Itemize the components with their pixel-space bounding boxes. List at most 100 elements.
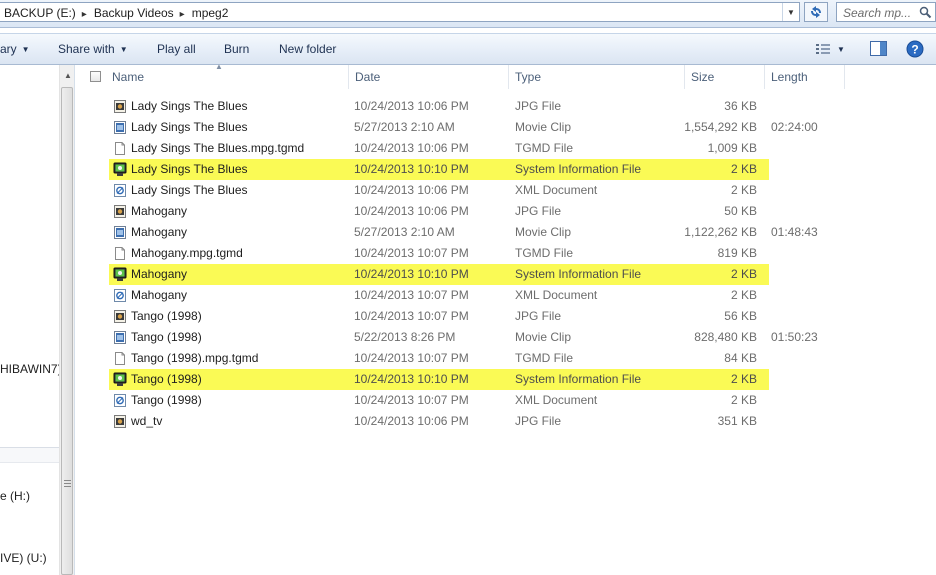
nav-pane-splitter[interactable] xyxy=(0,447,59,463)
column-header-date-label: Date xyxy=(355,70,381,84)
file-type: System Information File xyxy=(515,372,642,386)
xml-icon xyxy=(113,393,127,408)
file-name: Tango (1998) xyxy=(131,372,202,386)
nav-item-network-computer[interactable]: HIBAWIN7) xyxy=(0,362,62,376)
file-name: Lady Sings The Blues.mpg.tgmd xyxy=(131,141,305,155)
file-row[interactable]: Lady Sings The Blues.mpg.tgmd 10/24/2013 … xyxy=(109,138,769,159)
file-date: 10/24/2013 10:07 PM xyxy=(354,309,469,323)
breadcrumb-item-backup-videos[interactable]: Backup Videos xyxy=(94,6,174,20)
xml-icon xyxy=(113,288,127,303)
file-row[interactable]: Lady Sings The Blues 5/27/2013 2:10 AM Mov… xyxy=(109,117,818,138)
breadcrumb: BACKUP (E:) ▸ Backup Videos ▸ mpeg2 xyxy=(4,6,228,20)
column-header-length[interactable]: Length xyxy=(765,65,845,89)
nav-item-drive-u[interactable]: IVE) (U:) xyxy=(0,551,47,565)
file-date: 5/22/2013 8:26 PM xyxy=(354,330,456,344)
file-type: JPG File xyxy=(515,309,562,323)
column-header-length-label: Length xyxy=(771,70,808,84)
scroll-up-arrow-icon[interactable]: ▲ xyxy=(64,71,72,80)
jpg-icon xyxy=(113,99,127,114)
file-date: 10/24/2013 10:06 PM xyxy=(354,204,469,218)
file-size: 828,480 KB xyxy=(694,330,757,344)
column-header-type-label: Type xyxy=(515,70,542,84)
chevron-right-icon[interactable]: ▸ xyxy=(82,9,87,20)
movie-icon xyxy=(113,330,127,345)
file-date: 10/24/2013 10:06 PM xyxy=(354,141,469,155)
breadcrumb-item-drive[interactable]: BACKUP (E:) xyxy=(4,6,76,20)
nav-item-drive-h[interactable]: e (H:) xyxy=(0,489,30,503)
file-row[interactable]: Lady Sings The Blues 10/24/2013 10:06 PM X… xyxy=(109,180,769,201)
file-date: 10/24/2013 10:06 PM xyxy=(354,99,469,113)
file-row[interactable]: Tango (1998) 10/24/2013 10:10 PM System In… xyxy=(109,369,769,390)
file-name: Tango (1998).mpg.tgmd xyxy=(131,351,259,365)
file-icon xyxy=(113,351,127,366)
help-button[interactable]: ? xyxy=(906,40,924,61)
column-header-name[interactable]: Name xyxy=(106,65,349,89)
file-date: 10/24/2013 10:06 PM xyxy=(354,183,469,197)
file-row[interactable]: wd_tv 10/24/2013 10:06 PM JPG File 351 KB xyxy=(109,411,769,432)
file-row[interactable]: Mahogany 10/24/2013 10:07 PM XML Document 2… xyxy=(109,285,769,306)
file-row[interactable]: Mahogany 10/24/2013 10:10 PM System Inform… xyxy=(109,264,769,285)
file-row[interactable]: Tango (1998).mpg.tgmd 10/24/2013 10:07 PM… xyxy=(109,348,769,369)
sort-ascending-icon: ▲ xyxy=(215,62,223,71)
file-type: TGMD File xyxy=(515,141,573,155)
file-size: 351 KB xyxy=(717,414,757,428)
column-header-type[interactable]: Type xyxy=(509,65,685,89)
address-history-dropdown[interactable]: ▼ xyxy=(782,3,799,21)
file-type: JPG File xyxy=(515,414,562,428)
column-header-date[interactable]: Date xyxy=(349,65,509,89)
file-name: Mahogany xyxy=(131,267,188,281)
grip-icon xyxy=(64,480,71,487)
file-type: TGMD File xyxy=(515,246,573,260)
file-row[interactable]: Tango (1998) 10/24/2013 10:07 PM XML Docum… xyxy=(109,390,769,411)
chevron-down-icon: ▼ xyxy=(119,45,128,54)
play-all-button[interactable]: Play all xyxy=(157,42,196,56)
include-in-library-button[interactable]: ary ▼ xyxy=(0,42,30,56)
file-date: 10/24/2013 10:07 PM xyxy=(354,351,469,365)
sysinfo-icon xyxy=(113,267,127,282)
refresh-button[interactable] xyxy=(804,2,828,22)
chevron-down-icon[interactable]: ▼ xyxy=(837,45,845,54)
file-name: Tango (1998) xyxy=(131,330,202,344)
file-icon xyxy=(113,246,127,261)
file-row[interactable]: Tango (1998) 5/22/2013 8:26 PM Movie Clip 8… xyxy=(109,327,818,348)
file-date: 10/24/2013 10:10 PM xyxy=(354,162,469,176)
select-all-checkbox[interactable] xyxy=(90,71,101,82)
column-header-row: Name ▲ Date Type Size Length xyxy=(76,62,936,89)
file-type: Movie Clip xyxy=(515,120,572,134)
nav-scrollbar-thumb[interactable] xyxy=(61,87,73,575)
file-row[interactable]: Tango (1998) 10/24/2013 10:07 PM JPG File 5… xyxy=(109,306,769,327)
column-header-size[interactable]: Size xyxy=(685,65,765,89)
sysinfo-icon xyxy=(113,372,127,387)
breadcrumb-item-mpeg2[interactable]: mpeg2 xyxy=(192,6,229,20)
file-date: 10/24/2013 10:07 PM xyxy=(354,246,469,260)
file-size: 2 KB xyxy=(730,393,757,407)
new-folder-button[interactable]: New folder xyxy=(279,42,336,56)
change-view-button[interactable]: ▼ xyxy=(815,41,855,57)
preview-pane-icon xyxy=(870,41,887,56)
file-row[interactable]: Lady Sings The Blues 10/24/2013 10:06 PM J… xyxy=(109,96,769,117)
chevron-down-icon: ▼ xyxy=(21,45,30,54)
address-bar[interactable]: BACKUP (E:) ▸ Backup Videos ▸ mpeg2 ▼ xyxy=(0,2,800,22)
file-name: Mahogany xyxy=(131,225,188,239)
file-date: 5/27/2013 2:10 AM xyxy=(354,225,455,239)
file-date: 10/24/2013 10:06 PM xyxy=(354,414,469,428)
file-size: 2 KB xyxy=(730,183,757,197)
file-size: 36 KB xyxy=(724,99,757,113)
jpg-icon xyxy=(113,414,127,429)
preview-pane-button[interactable] xyxy=(870,41,887,59)
jpg-icon xyxy=(113,204,127,219)
search-icon[interactable] xyxy=(919,6,932,19)
nav-scrollbar[interactable]: ▲ xyxy=(59,65,74,575)
file-size: 56 KB xyxy=(724,309,757,323)
share-with-button[interactable]: Share with ▼ xyxy=(58,42,128,56)
file-row[interactable]: Lady Sings The Blues 10/24/2013 10:10 PM S… xyxy=(109,159,769,180)
file-row[interactable]: Mahogany.mpg.tgmd 10/24/2013 10:07 PM TGMD… xyxy=(109,243,769,264)
file-name: Mahogany.mpg.tgmd xyxy=(131,246,243,260)
burn-button[interactable]: Burn xyxy=(224,42,249,56)
file-row[interactable]: Mahogany 10/24/2013 10:06 PM JPG File 50 KB xyxy=(109,201,769,222)
search-box[interactable]: Search mp... xyxy=(836,2,936,22)
file-size: 2 KB xyxy=(730,372,757,386)
chevron-right-icon[interactable]: ▸ xyxy=(180,9,185,20)
file-icon xyxy=(113,141,127,156)
file-row[interactable]: Mahogany 5/27/2013 2:10 AM Movie Clip 1,122… xyxy=(109,222,818,243)
